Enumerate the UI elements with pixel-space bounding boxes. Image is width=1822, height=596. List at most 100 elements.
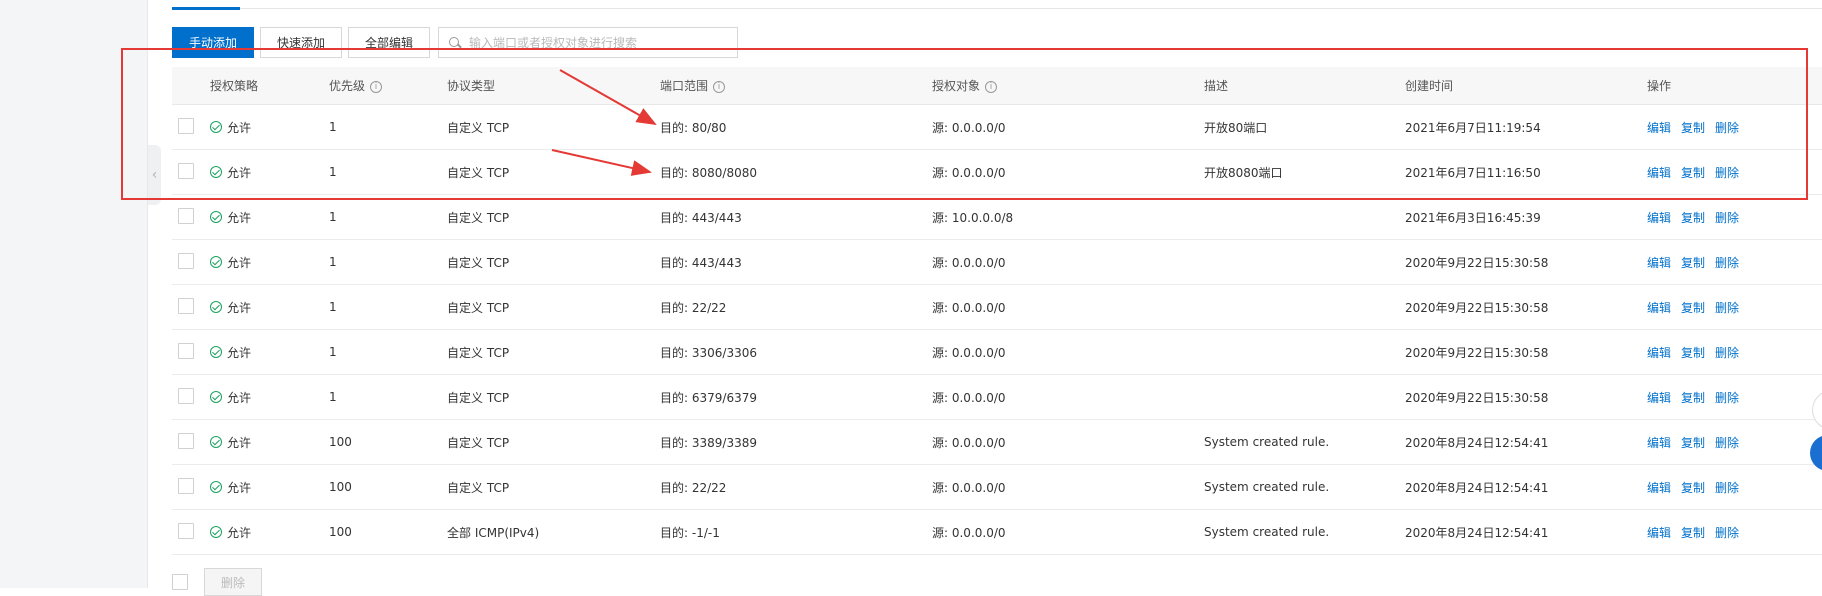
delete-link[interactable]: 删除 bbox=[1715, 346, 1739, 360]
check-circle-icon bbox=[210, 121, 222, 133]
created-time-cell: 2020年9月22日15:30:58 bbox=[1405, 300, 1549, 315]
manual-add-button[interactable]: 手动添加 bbox=[172, 27, 255, 58]
row-checkbox[interactable] bbox=[178, 522, 194, 542]
search-placeholder: 输入端口或者授权对象进行搜索 bbox=[469, 36, 638, 50]
copy-link[interactable]: 复制 bbox=[1681, 256, 1705, 270]
policy-cell: 允许 bbox=[210, 434, 251, 451]
copy-link[interactable]: 复制 bbox=[1681, 301, 1705, 315]
edit-all-button[interactable]: 全部编辑 bbox=[348, 27, 431, 58]
active-tab-indicator bbox=[172, 7, 240, 10]
delete-link[interactable]: 删除 bbox=[1715, 121, 1739, 135]
copy-link[interactable]: 复制 bbox=[1681, 481, 1705, 495]
search-input[interactable]: 输入端口或者授权对象进行搜索 bbox=[438, 27, 739, 58]
edit-link[interactable]: 编辑 bbox=[1647, 211, 1671, 225]
checkbox[interactable] bbox=[178, 477, 194, 494]
check-circle-icon bbox=[210, 166, 222, 178]
operations-cell: 编辑 复制 删除 bbox=[1647, 434, 1749, 451]
priority-cell: 100 bbox=[329, 435, 352, 449]
delete-link[interactable]: 删除 bbox=[1715, 166, 1739, 180]
port-range-cell: 目的: 22/22 bbox=[660, 300, 727, 315]
checkbox[interactable] bbox=[178, 387, 194, 404]
port-range-cell: 目的: 80/80 bbox=[660, 120, 727, 135]
auth-object-cell: 源: 10.0.0.0/8 bbox=[932, 210, 1014, 225]
policy-label: 允许 bbox=[227, 300, 252, 315]
edit-link[interactable]: 编辑 bbox=[1647, 526, 1671, 540]
row-checkbox[interactable] bbox=[178, 252, 194, 272]
priority-cell: 1 bbox=[329, 165, 337, 179]
delete-link[interactable]: 删除 bbox=[1715, 436, 1739, 450]
copy-link[interactable]: 复制 bbox=[1681, 211, 1705, 225]
copy-link[interactable]: 复制 bbox=[1681, 166, 1705, 180]
protocol-cell: 自定义 TCP bbox=[447, 120, 510, 135]
copy-link[interactable]: 复制 bbox=[1681, 346, 1705, 360]
checkbox[interactable] bbox=[178, 432, 194, 449]
row-checkbox[interactable] bbox=[178, 342, 194, 362]
edit-link[interactable]: 编辑 bbox=[1647, 346, 1671, 360]
header-object-label: 授权对象 bbox=[932, 79, 981, 93]
edit-link[interactable]: 编辑 bbox=[1647, 166, 1671, 180]
auth-object-cell: 源: 0.0.0.0/0 bbox=[932, 480, 1006, 495]
info-icon[interactable]: i bbox=[985, 80, 998, 93]
table-row: 允许 100 全部 ICMP(IPv4) 目的: -1/-1 源: 0.0.0.… bbox=[172, 510, 1822, 555]
priority-cell: 1 bbox=[329, 255, 337, 269]
policy-label: 允许 bbox=[227, 120, 252, 135]
auth-object-cell: 源: 0.0.0.0/0 bbox=[932, 435, 1006, 450]
quick-add-button[interactable]: 快速添加 bbox=[260, 27, 343, 58]
row-checkbox[interactable] bbox=[178, 117, 194, 137]
row-checkbox[interactable] bbox=[178, 432, 194, 452]
checkbox[interactable] bbox=[178, 342, 194, 359]
created-time-cell: 2020年9月22日15:30:58 bbox=[1405, 390, 1549, 405]
header-created-time: 创建时间 bbox=[1405, 79, 1454, 93]
delete-link[interactable]: 删除 bbox=[1715, 256, 1739, 270]
edit-link[interactable]: 编辑 bbox=[1647, 436, 1671, 450]
row-checkbox[interactable] bbox=[178, 162, 194, 182]
collapse-sidebar-toggle[interactable]: ‹ bbox=[148, 145, 161, 205]
checkbox[interactable] bbox=[178, 117, 194, 134]
left-sidebar-background bbox=[0, 0, 148, 588]
checkbox[interactable] bbox=[178, 522, 194, 539]
port-range-cell: 目的: 6379/6379 bbox=[660, 390, 757, 405]
edit-link[interactable]: 编辑 bbox=[1647, 256, 1671, 270]
protocol-cell: 自定义 TCP bbox=[447, 435, 510, 450]
row-checkbox[interactable] bbox=[178, 297, 194, 317]
info-icon[interactable]: i bbox=[713, 80, 726, 93]
operations-cell: 编辑 复制 删除 bbox=[1647, 164, 1749, 181]
info-icon[interactable]: i bbox=[370, 80, 383, 93]
row-checkbox[interactable] bbox=[178, 477, 194, 497]
row-checkbox[interactable] bbox=[178, 387, 194, 407]
auth-object-cell: 源: 0.0.0.0/0 bbox=[932, 390, 1006, 405]
copy-link[interactable]: 复制 bbox=[1681, 436, 1705, 450]
delete-link[interactable]: 删除 bbox=[1715, 481, 1739, 495]
copy-link[interactable]: 复制 bbox=[1681, 121, 1705, 135]
checkbox[interactable] bbox=[178, 162, 194, 179]
row-checkbox[interactable] bbox=[178, 207, 194, 227]
batch-delete-button[interactable]: 删除 bbox=[204, 568, 263, 596]
table-row: 允许 100 自定义 TCP 目的: 22/22 源: 0.0.0.0/0 Sy… bbox=[172, 465, 1822, 510]
delete-link[interactable]: 删除 bbox=[1715, 211, 1739, 225]
port-range-cell: 目的: 3306/3306 bbox=[660, 345, 757, 360]
port-range-cell: 目的: 443/443 bbox=[660, 255, 742, 270]
checkbox[interactable] bbox=[178, 252, 194, 269]
checkbox[interactable] bbox=[178, 207, 194, 224]
delete-link[interactable]: 删除 bbox=[1715, 301, 1739, 315]
priority-cell: 1 bbox=[329, 345, 337, 359]
copy-link[interactable]: 复制 bbox=[1681, 391, 1705, 405]
created-time-cell: 2020年8月24日12:54:41 bbox=[1405, 435, 1549, 450]
auth-object-cell: 源: 0.0.0.0/0 bbox=[932, 255, 1006, 270]
delete-link[interactable]: 删除 bbox=[1715, 526, 1739, 540]
edit-link[interactable]: 编辑 bbox=[1647, 121, 1671, 135]
edit-link[interactable]: 编辑 bbox=[1647, 301, 1671, 315]
check-circle-icon bbox=[210, 481, 222, 493]
created-time-cell: 2021年6月7日11:19:54 bbox=[1405, 120, 1541, 135]
copy-link[interactable]: 复制 bbox=[1681, 526, 1705, 540]
check-circle-icon bbox=[210, 211, 222, 223]
created-time-cell: 2020年9月22日15:30:58 bbox=[1405, 255, 1549, 270]
policy-label: 允许 bbox=[227, 210, 252, 225]
edit-link[interactable]: 编辑 bbox=[1647, 481, 1671, 495]
header-protocol: 协议类型 bbox=[447, 79, 496, 93]
policy-label: 允许 bbox=[227, 255, 252, 270]
edit-link[interactable]: 编辑 bbox=[1647, 391, 1671, 405]
port-range-cell: 目的: -1/-1 bbox=[660, 525, 720, 540]
checkbox[interactable] bbox=[178, 297, 194, 314]
delete-link[interactable]: 删除 bbox=[1715, 391, 1739, 405]
